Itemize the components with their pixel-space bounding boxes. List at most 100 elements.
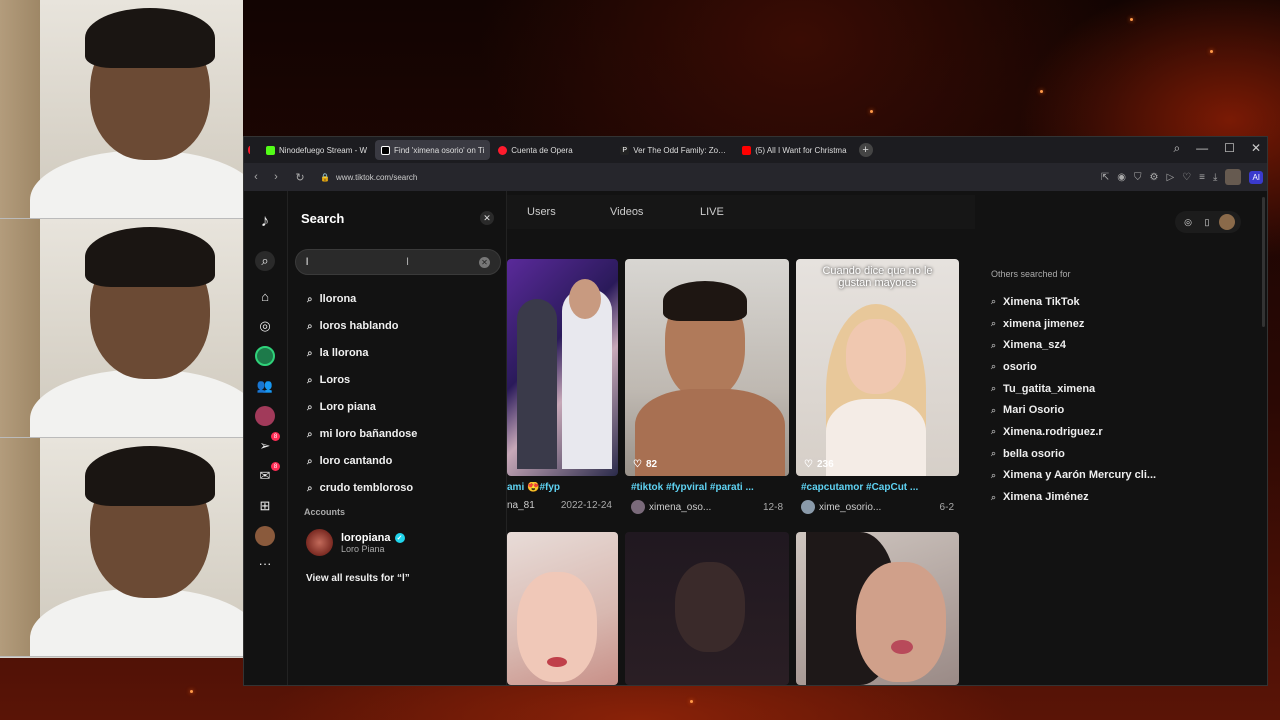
search-panel: Search ✕ l I ✕ ⌕ llorona ⌕ loros hablando … (289, 191, 507, 685)
live-avatar-icon[interactable] (255, 346, 275, 366)
suggestion-item[interactable]: ⌕ loro cantando (307, 455, 392, 467)
reload-icon[interactable]: ↻ (290, 171, 310, 184)
related-search-item[interactable]: ⌕ Ximena.rodriguez.r (991, 421, 1231, 443)
suggestion-item[interactable]: ⌕ Loro piana (307, 401, 376, 413)
related-search-item[interactable]: ⌕ Ximena_sz4 (991, 334, 1231, 356)
suggestion-item[interactable]: ⌕ Loros (307, 374, 350, 386)
search-icon: ⌕ (991, 361, 997, 372)
tab-users[interactable]: Users (527, 206, 556, 218)
search-icon: ⌕ (307, 293, 313, 305)
new-tab-button[interactable]: + (858, 143, 873, 157)
search-panel-title: Search (301, 211, 345, 226)
browser-tab[interactable]: Cuenta de Opera (492, 140, 612, 160)
extension-icon[interactable]: ⚙ (1150, 172, 1159, 183)
related-search-item[interactable]: ⌕ ximena jimenez (991, 313, 1231, 335)
more-icon[interactable]: ··· (255, 553, 275, 573)
tiktok-logo-icon[interactable]: ♪ (255, 211, 275, 231)
related-search-item[interactable]: ⌕ Ximena y Aarón Mercury cli... (991, 465, 1231, 487)
heart-icon[interactable]: ♡ (1182, 172, 1191, 183)
browser-tab-active[interactable]: Find 'ximena osorio' on Ti (375, 140, 491, 160)
friend-avatar-icon[interactable] (255, 406, 275, 426)
back-icon[interactable]: ‹ (246, 171, 266, 183)
menu-icon[interactable]: ≡ (1199, 172, 1205, 183)
browser-window: Ninodefuego Stream - W Find 'ximena osor… (243, 136, 1268, 686)
video-card[interactable]: ♡ 82 (625, 259, 789, 476)
video-caption[interactable]: #capcutamor #CapCut ... (801, 482, 953, 493)
kick-icon (266, 145, 275, 155)
browser-tab[interactable]: Ninodefuego Stream - W (260, 140, 373, 160)
account-result[interactable]: loropiana ✓ Loro Piana (306, 529, 405, 556)
suggestion-item[interactable]: ⌕ loros hablando (307, 320, 398, 332)
address-bar-tools: ⇱ ◉ ⛉ ⚙ ▷ ♡ ≡ ⤓ AI (1101, 169, 1263, 185)
download-icon[interactable]: ⤓ (1213, 172, 1217, 183)
suggestion-item[interactable]: ⌕ crudo tembloroso (307, 482, 413, 494)
url-field[interactable]: 🔒 www.tiktok.com/search (320, 173, 417, 182)
aria-ai-button[interactable]: AI (1249, 170, 1263, 184)
clear-icon[interactable]: ✕ (479, 257, 490, 268)
search-icon: ⌕ (307, 401, 313, 413)
maximize-icon[interactable]: ☐ (1224, 141, 1235, 156)
close-search-icon[interactable]: ✕ (480, 211, 494, 225)
video-overlay-text: Cuando dice que no le gustan mayores (822, 265, 933, 289)
search-input[interactable]: l I ✕ (295, 249, 501, 275)
play-icon[interactable]: ▷ (1167, 172, 1175, 183)
close-icon[interactable]: ✕ (1251, 141, 1261, 156)
video-card[interactable] (507, 532, 618, 685)
coins-icon[interactable]: ◎ (1181, 215, 1195, 229)
video-caption[interactable]: ami 😍#fyp (507, 482, 618, 493)
user-avatar[interactable] (1219, 214, 1235, 230)
browser-tab[interactable]: P Ver The Odd Family: Zomb (614, 140, 734, 160)
camera-icon[interactable]: ◉ (1117, 172, 1126, 183)
youtube-icon (742, 145, 752, 155)
suggestion-item[interactable]: ⌕ llorona (307, 293, 356, 305)
suggestion-item[interactable]: ⌕ mi loro bañandose (307, 428, 417, 440)
webcam-overlay (0, 0, 243, 658)
video-caption[interactable]: #tiktok #fypviral #parati ... (631, 482, 781, 493)
following-icon[interactable]: 👥 (255, 376, 275, 396)
share-icon[interactable]: ⇱ (1101, 172, 1109, 183)
others-searched-panel: Others searched for ⌕ Ximena TikTok ⌕ xime… (991, 269, 1231, 508)
related-search-item[interactable]: ⌕ osorio (991, 356, 1231, 378)
forward-icon[interactable]: › (266, 171, 286, 183)
suggestion-item[interactable]: ⌕ la llorona (307, 347, 369, 359)
opera-menu-icon[interactable] (244, 140, 250, 160)
search-icon[interactable]: ⌕ (255, 251, 275, 271)
related-search-item[interactable]: ⌕ Mari Osorio (991, 399, 1231, 421)
tab-videos[interactable]: Videos (610, 206, 643, 218)
ember (870, 110, 873, 113)
search-icon: ⌕ (991, 491, 997, 502)
video-card[interactable] (625, 532, 789, 685)
search-tabs-icon[interactable]: ⌕ (1173, 141, 1180, 156)
related-search-item[interactable]: ⌕ Tu_gatita_ximena (991, 378, 1231, 400)
related-search-item[interactable]: ⌕ Ximena Jiménez (991, 486, 1231, 508)
tiktok-icon (381, 145, 391, 155)
search-icon: ⌕ (307, 482, 313, 494)
related-search-item[interactable]: ⌕ Ximena TikTok (991, 291, 1231, 313)
explore-icon[interactable]: ◎ (255, 316, 275, 336)
home-icon[interactable]: ⌂ (255, 286, 275, 306)
profile-avatar[interactable] (255, 526, 275, 546)
video-card[interactable] (796, 532, 959, 685)
tab-bar: Ninodefuego Stream - W Find 'ximena osor… (244, 137, 1267, 163)
device-icon[interactable]: ▯ (1200, 215, 1214, 229)
search-icon: ⌕ (991, 448, 997, 459)
search-icon: ⌕ (307, 374, 313, 386)
webcam-frame (0, 0, 243, 219)
related-search-item[interactable]: ⌕ bella osorio (991, 443, 1231, 465)
upload-icon[interactable]: ⊞ (255, 496, 275, 516)
search-icon: ⌕ (307, 347, 313, 359)
profile-avatar[interactable] (1225, 169, 1242, 185)
video-card[interactable] (507, 259, 618, 476)
inbox-icon[interactable]: ➢ 8 (255, 432, 280, 456)
shield-icon[interactable]: ⛉ (1134, 172, 1142, 183)
messages-icon[interactable]: ✉ 8 (255, 462, 280, 486)
tab-live[interactable]: LIVE (700, 206, 724, 218)
accounts-heading: Accounts (304, 507, 346, 517)
page-scrollbar[interactable] (1262, 197, 1265, 327)
ember (1040, 90, 1043, 93)
minimize-icon[interactable]: — (1196, 141, 1208, 156)
top-right-actions: ◎ ▯ (1175, 211, 1241, 233)
browser-tab[interactable]: (5) All I Want for Christma (736, 140, 852, 160)
view-all-results-link[interactable]: View all results for “l” (306, 573, 410, 584)
video-card[interactable]: Cuando dice que no le gustan mayores ♡ 23… (796, 259, 959, 476)
